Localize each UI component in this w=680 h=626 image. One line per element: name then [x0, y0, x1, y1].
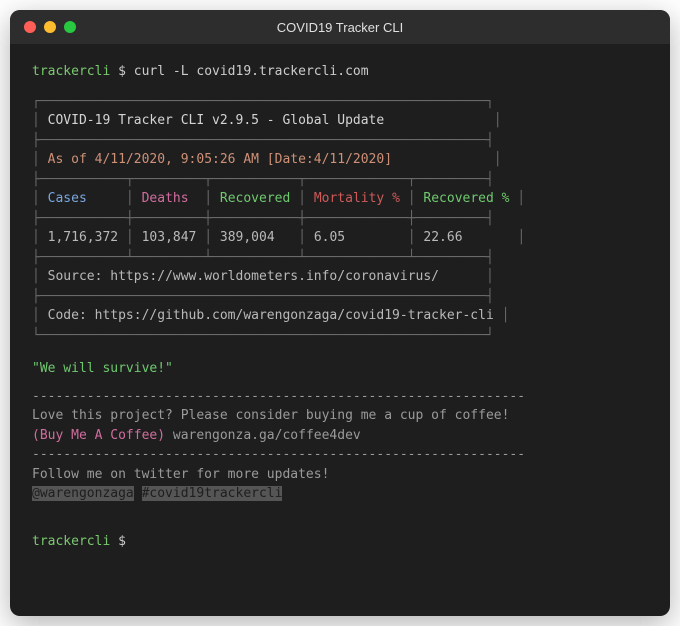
source-label: Source: — [48, 269, 111, 284]
love-line: Love this project? Please consider buyin… — [32, 406, 648, 426]
val-deaths: 103,847 — [142, 230, 197, 245]
divider-2: ----------------------------------------… — [32, 445, 648, 465]
val-recovered: 389,004 — [220, 230, 275, 245]
follow-line: Follow me on twitter for more updates! — [32, 465, 648, 485]
command-line: trackercli $ curl -L covid19.trackercli.… — [32, 62, 648, 82]
box-border-top: ┌───────────────────────────────────────… — [32, 92, 648, 112]
box-border: ├───────────┼─────────┼───────────┼─────… — [32, 209, 648, 229]
terminal-content[interactable]: trackercli $ curl -L covid19.trackercli.… — [10, 44, 670, 569]
header-text: COVID-19 Tracker CLI v2.9.5 - Global Upd… — [48, 113, 385, 128]
header-row: │ COVID-19 Tracker CLI v2.9.5 - Global U… — [32, 111, 648, 131]
col-cases: Cases — [48, 191, 87, 206]
box-border: ├───────────────────────────────────────… — [32, 131, 648, 151]
val-cases: 1,716,372 — [48, 230, 118, 245]
asof-row: │ As of 4/11/2020, 9:05:26 AM [Date:4/11… — [32, 150, 648, 170]
box-border: ├───────────┬─────────┬───────────┬─────… — [32, 170, 648, 190]
box-border-bottom: └───────────────────────────────────────… — [32, 326, 648, 346]
val-mortality: 6.05 — [314, 230, 345, 245]
prompt-host-2: trackercli — [32, 534, 110, 549]
code-url: https://github.com/warengonzaga/covid19-… — [95, 308, 494, 323]
val-recovered-pct: 22.66 — [423, 230, 462, 245]
quote-text: "We will survive!" — [32, 359, 648, 379]
prompt-symbol: $ — [118, 64, 126, 79]
source-url: https://www.worldometers.info/coronaviru… — [110, 269, 439, 284]
window-title: COVID19 Tracker CLI — [10, 20, 670, 35]
prompt-symbol-2: $ — [118, 534, 126, 549]
twitter-handle: @warengonzaga — [32, 486, 134, 501]
box-border: ├───────────────────────────────────────… — [32, 287, 648, 307]
prompt-host: trackercli — [32, 64, 110, 79]
coffee-line: (Buy Me A Coffee) warengonza.ga/coffee4d… — [32, 426, 648, 446]
output-box: ┌───────────────────────────────────────… — [32, 92, 648, 346]
col-recovered-pct: Recovered % — [423, 191, 509, 206]
col-deaths: Deaths — [142, 191, 189, 206]
titlebar: COVID19 Tracker CLI — [10, 10, 670, 44]
command-text: curl -L covid19.trackercli.com — [134, 64, 369, 79]
code-row: │ Code: https://github.com/warengonzaga/… — [32, 306, 648, 326]
prompt-idle[interactable]: trackercli $ — [32, 532, 648, 552]
asof-text: As of 4/11/2020, 9:05:26 AM [Date:4/11/2… — [48, 152, 392, 167]
code-label: Code: — [48, 308, 95, 323]
buy-coffee-url: warengonza.ga/coffee4dev — [173, 428, 361, 443]
divider-1: ----------------------------------------… — [32, 387, 648, 407]
terminal-window: COVID19 Tracker CLI trackercli $ curl -L… — [10, 10, 670, 616]
social-line: @warengonzaga #covid19trackercli — [32, 484, 648, 504]
hashtag: #covid19trackercli — [142, 486, 283, 501]
col-mortality: Mortality % — [314, 191, 400, 206]
columns-row: │ Cases │ Deaths │ Recovered │ Mortality… — [32, 189, 648, 209]
values-row: │ 1,716,372 │ 103,847 │ 389,004 │ 6.05 │… — [32, 228, 648, 248]
source-row: │ Source: https://www.worldometers.info/… — [32, 267, 648, 287]
col-recovered: Recovered — [220, 191, 290, 206]
box-border: ├───────────┴─────────┴───────────┴─────… — [32, 248, 648, 268]
buy-coffee-label: (Buy Me A Coffee) — [32, 428, 165, 443]
